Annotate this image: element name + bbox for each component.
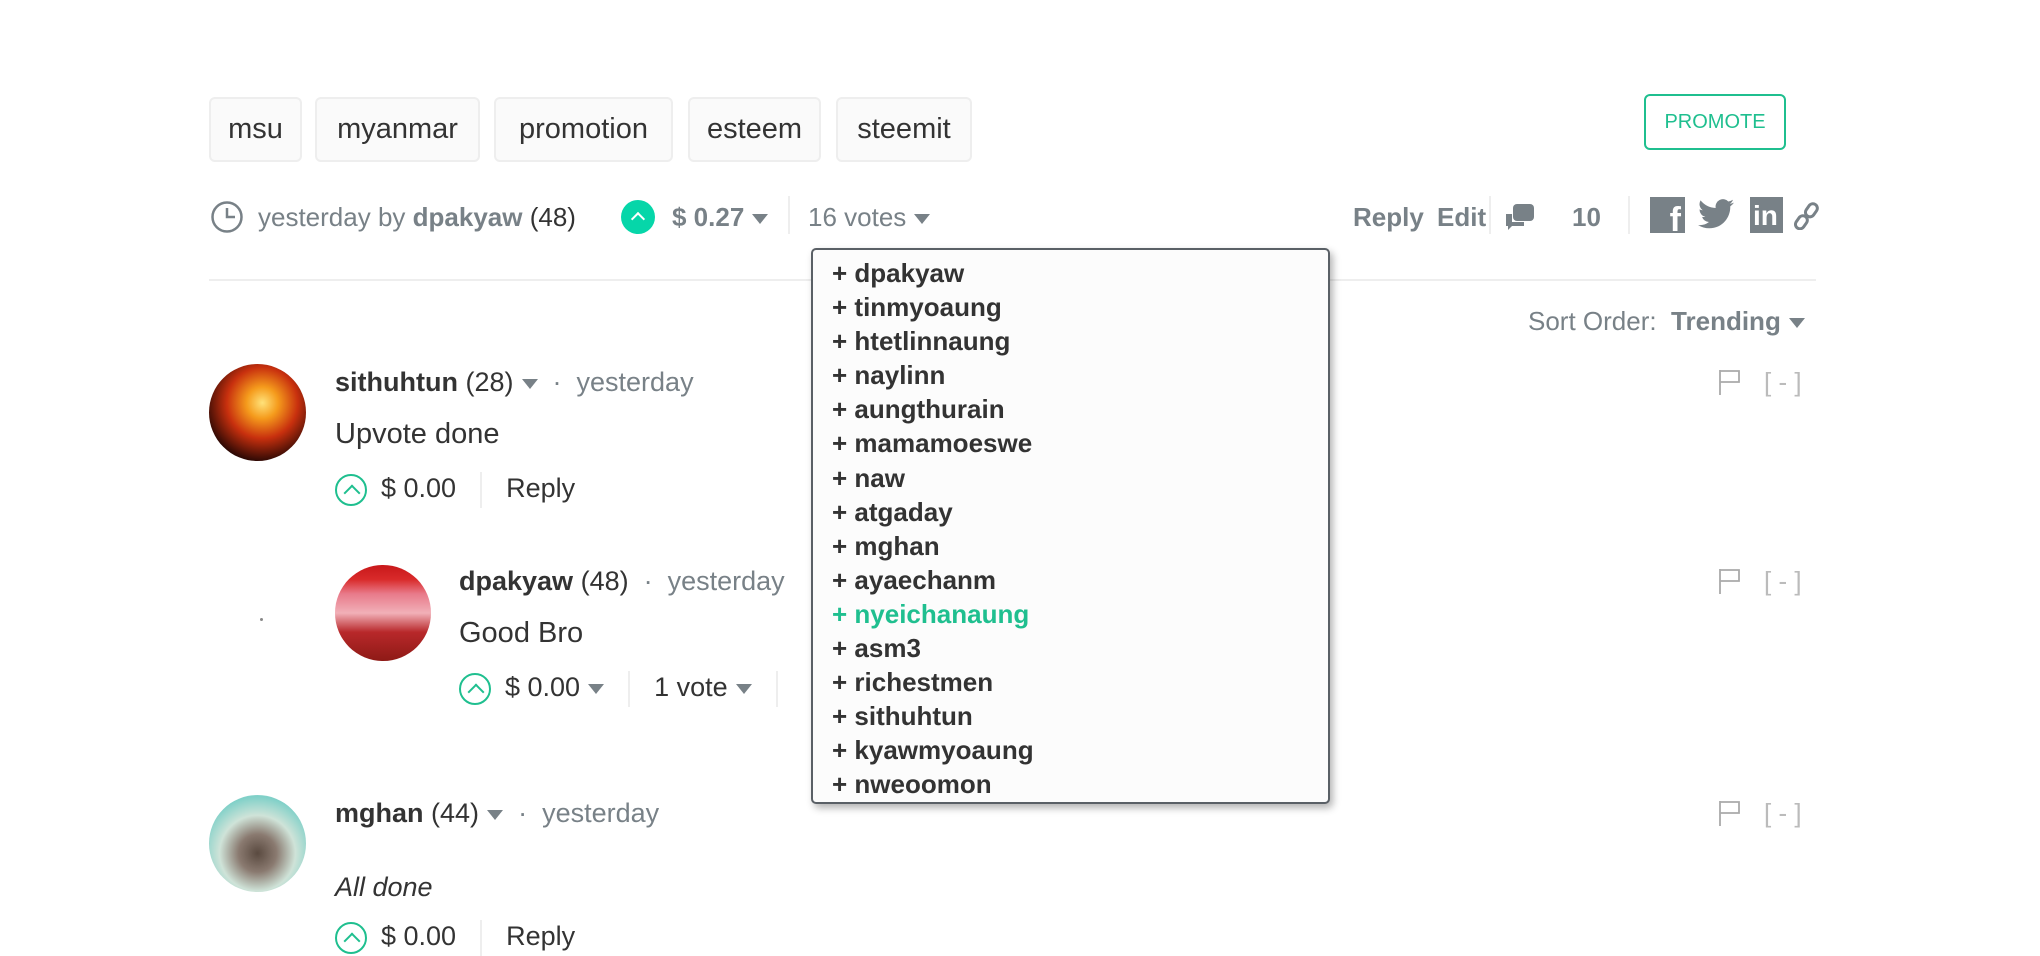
comment-body: All done <box>335 872 433 902</box>
author-reputation: (44) <box>431 798 480 828</box>
collapse-button[interactable]: [ - ] <box>1764 566 1802 596</box>
promote-button[interactable]: PROMOTE <box>1644 94 1786 150</box>
flag-icon[interactable] <box>1718 369 1742 395</box>
sort-label: Sort Order: <box>1528 306 1657 336</box>
tag-msu[interactable]: msu <box>209 97 302 162</box>
voter-item[interactable]: + naylinn <box>813 358 1328 392</box>
voter-item[interactable]: + richestmen <box>813 665 1328 699</box>
voter-item[interactable]: + tinmyoaung <box>813 290 1328 324</box>
upvote-button[interactable] <box>621 200 655 234</box>
tag-steemit[interactable]: steemit <box>836 97 972 162</box>
reply-link[interactable]: Reply <box>506 921 575 951</box>
avatar[interactable] <box>209 364 306 461</box>
voter-item[interactable]: + aungthurain <box>813 392 1328 426</box>
tag-esteem[interactable]: esteem <box>688 97 821 162</box>
avatar[interactable] <box>209 795 306 892</box>
edit-link[interactable]: Edit <box>1437 198 1486 236</box>
comment-author-link[interactable]: dpakyaw <box>459 566 573 596</box>
thread-dot <box>260 618 263 621</box>
collapse-button[interactable]: [ - ] <box>1764 798 1802 828</box>
voter-item-highlighted[interactable]: + nyeichanaung <box>813 597 1328 631</box>
author-reputation: (48) <box>580 566 629 596</box>
caret-down-icon[interactable] <box>735 683 752 694</box>
reply-link[interactable]: Reply <box>506 473 575 503</box>
comment-body: Good Bro <box>459 617 584 649</box>
collapse-button[interactable]: [ - ] <box>1764 367 1802 397</box>
facebook-icon[interactable]: f <box>1650 197 1685 237</box>
comment-votes[interactable]: 1 vote <box>654 672 728 702</box>
voter-item[interactable]: + kyawmyoaung <box>813 733 1328 767</box>
voter-item[interactable]: + naw <box>813 461 1328 495</box>
comments-icon[interactable] <box>1504 202 1536 232</box>
tag-myanmar[interactable]: myanmar <box>315 97 480 162</box>
comment-body: Upvote done <box>335 418 500 450</box>
caret-down-icon[interactable] <box>588 683 605 694</box>
comment-payout[interactable]: $ 0.00 <box>505 672 580 702</box>
voter-item[interactable]: + mghan <box>813 529 1328 563</box>
flag-icon[interactable] <box>1718 568 1742 594</box>
post-author-reputation: (48) <box>529 202 576 232</box>
author-reputation: (28) <box>465 367 514 397</box>
voter-item[interactable]: + ayaechanm <box>813 563 1328 597</box>
caret-down-icon <box>914 214 931 225</box>
voters-dropdown: + dpakyaw + tinmyoaung + htetlinnaung + … <box>811 248 1330 804</box>
comment-header: dpakyaw (48) · yesterday <box>459 566 785 596</box>
caret-down-icon <box>752 214 769 225</box>
comment-time: yesterday <box>542 798 660 828</box>
votes-count: 16 votes <box>808 202 907 232</box>
votes-dropdown-toggle[interactable]: 16 votes <box>808 198 931 236</box>
comment-actions: $ 0.00 Reply <box>335 469 575 508</box>
comment-actions: $ 0.00 1 vote <box>459 668 802 707</box>
tag-promotion[interactable]: promotion <box>494 97 673 162</box>
post-timestamp: yesterday by dpakyaw (48) <box>258 198 576 236</box>
comment-header: sithuhtun (28) · yesterday <box>335 367 694 397</box>
caret-down-icon[interactable] <box>521 378 538 389</box>
upvote-icon[interactable] <box>335 473 367 506</box>
post-time: yesterday by <box>258 202 406 232</box>
post-payout[interactable]: $ 0.27 <box>672 198 769 236</box>
reply-link[interactable]: Reply <box>1353 198 1424 236</box>
comment-author-link[interactable]: mghan <box>335 798 424 828</box>
clock-icon <box>211 201 243 233</box>
sort-value[interactable]: Trending <box>1671 306 1781 336</box>
linkedin-icon[interactable]: in <box>1750 197 1783 233</box>
avatar[interactable] <box>335 565 431 661</box>
caret-down-icon[interactable] <box>487 809 504 820</box>
comment-actions: $ 0.00 Reply <box>335 917 575 956</box>
voter-item[interactable]: + sithuhtun <box>813 699 1328 733</box>
caret-down-icon <box>1788 318 1805 329</box>
voter-item[interactable]: + nweoomon <box>813 767 1328 801</box>
voter-item[interactable]: + mamamoeswe <box>813 426 1328 460</box>
voter-item[interactable]: + htetlinnaung <box>813 324 1328 358</box>
voter-item[interactable]: + asm3 <box>813 631 1328 665</box>
voter-item[interactable]: + atgaday <box>813 495 1328 529</box>
payout-value: $ 0.27 <box>672 202 745 232</box>
comment-time: yesterday <box>576 367 694 397</box>
sort-order[interactable]: Sort Order: Trending <box>1528 302 1805 340</box>
link-icon[interactable] <box>1794 202 1820 230</box>
comment-time: yesterday <box>667 566 785 596</box>
flag-icon[interactable] <box>1718 800 1742 826</box>
comment-payout: $ 0.00 <box>381 921 457 951</box>
comment-author-link[interactable]: sithuhtun <box>335 367 458 397</box>
comment-count[interactable]: 10 <box>1572 198 1601 236</box>
post-author-link[interactable]: dpakyaw <box>413 202 523 232</box>
twitter-icon[interactable] <box>1698 198 1734 230</box>
voter-item[interactable]: + dpakyaw <box>813 256 1328 290</box>
upvote-icon[interactable] <box>335 921 367 954</box>
upvote-icon[interactable] <box>459 672 491 705</box>
comment-header: mghan (44) · yesterday <box>335 798 660 828</box>
comment-payout: $ 0.00 <box>381 473 457 503</box>
